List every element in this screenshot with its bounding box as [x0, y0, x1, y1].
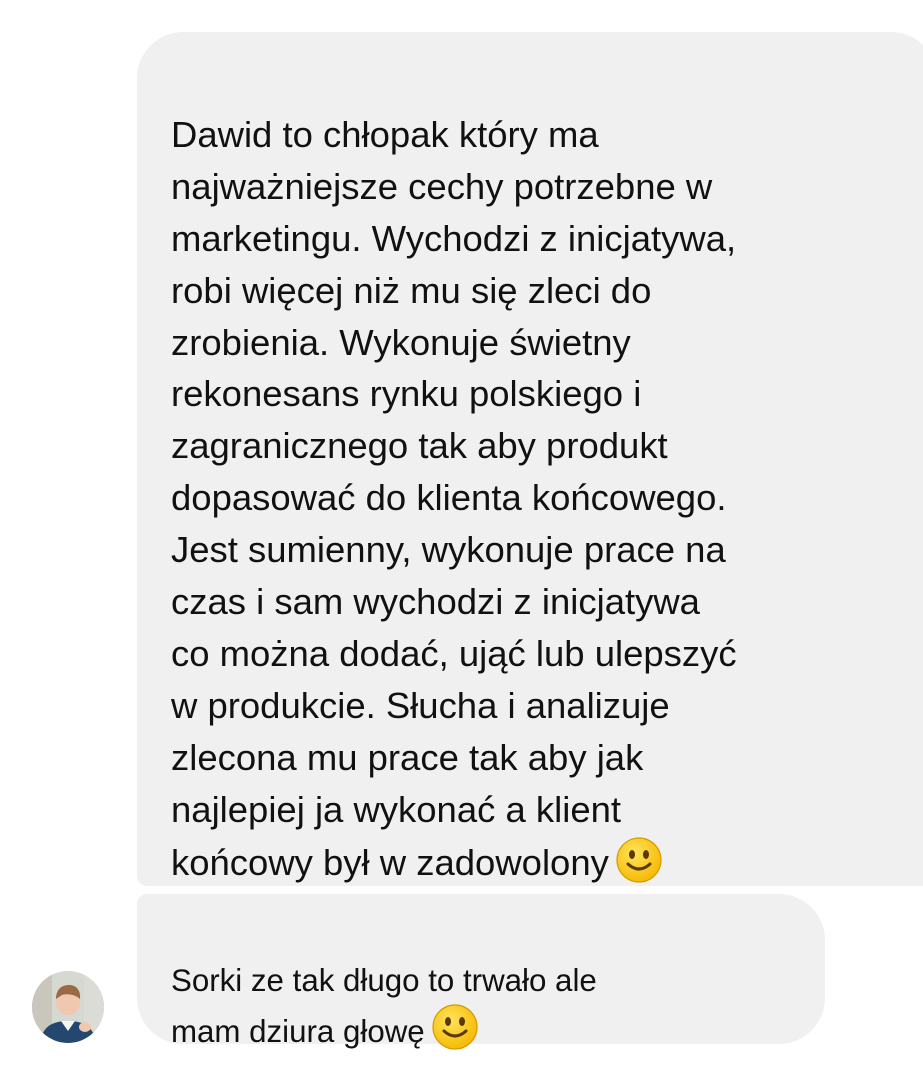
avatar-image — [32, 971, 104, 1043]
message-text-1: Dawid to chłopak który ma najważniejsze … — [171, 113, 737, 883]
message-bubble-2[interactable]: Sorki ze tak długo to trwało ale mam dzi… — [137, 894, 825, 1050]
slightly-smiling-face-icon — [616, 836, 662, 883]
message-bubble-1[interactable]: Dawid to chłopak który ma najważniejsze … — [137, 32, 923, 886]
slightly-smiling-face-icon — [432, 1004, 478, 1050]
sender-avatar[interactable] — [32, 971, 104, 1043]
message-text-2: Sorki ze tak długo to trwało ale mam dzi… — [171, 962, 597, 1050]
